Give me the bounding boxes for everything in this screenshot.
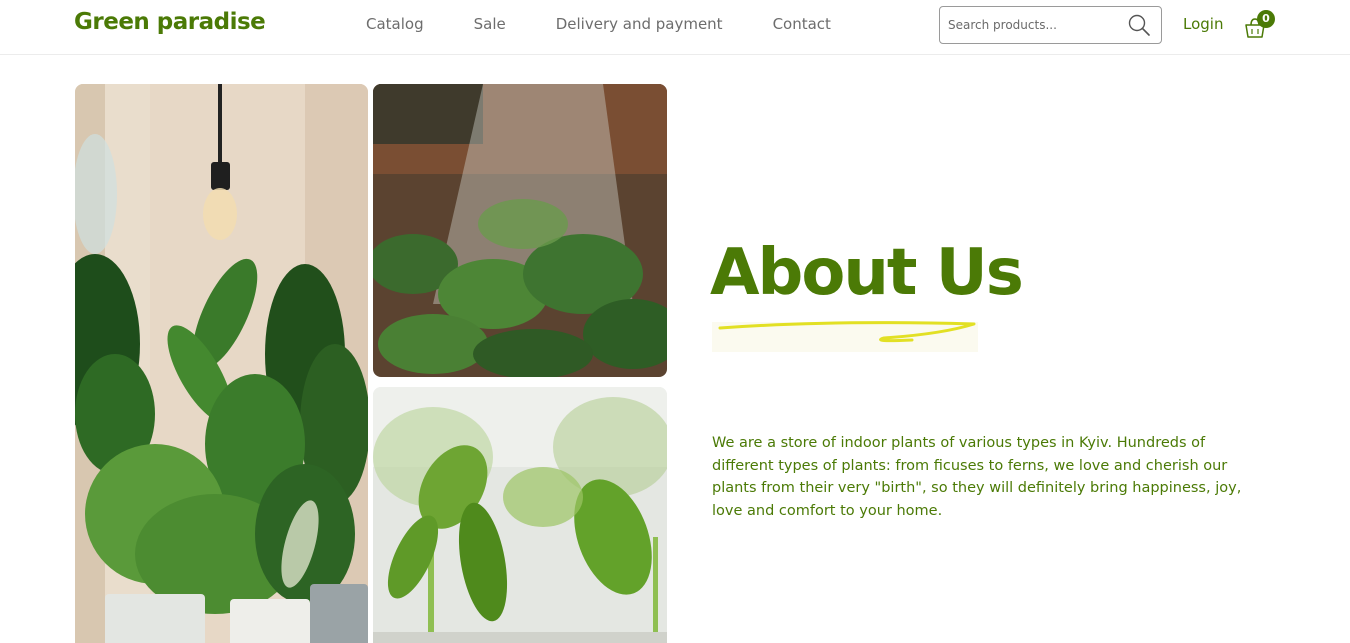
search-input[interactable] [948,16,1118,34]
cart-count-badge: 0 [1257,10,1275,28]
nav-catalog[interactable]: Catalog [366,15,424,33]
login-link[interactable]: Login [1183,15,1223,33]
sprouts-photo [373,387,667,643]
nav-delivery-and-payment[interactable]: Delivery and payment [556,15,723,33]
title-underline-decoration [712,321,978,352]
nav-sale[interactable]: Sale [474,15,506,33]
nav-contact[interactable]: Contact [773,15,831,33]
logo[interactable]: Green paradise [74,9,266,35]
indoor-plants-photo [75,84,368,643]
about-description: We are a store of indoor plants of vario… [712,435,1242,519]
search-box [939,6,1162,44]
cart-button[interactable]: 0 [1243,10,1277,40]
main-nav: Catalog Sale Delivery and payment Contac… [366,15,881,33]
watering-seedlings-photo [373,84,667,377]
search-icon[interactable] [1127,13,1151,37]
page-title: About Us [710,236,1024,310]
site-header: Green paradise Catalog Sale Delivery and… [0,0,1350,55]
